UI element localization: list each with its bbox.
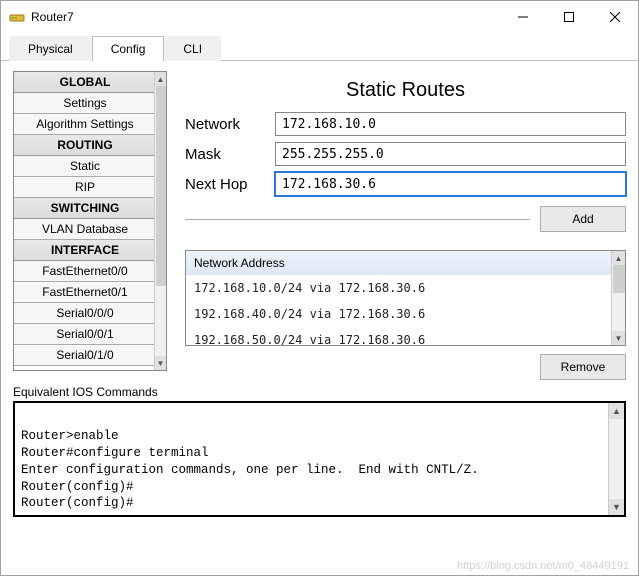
sidebar-item-fe00[interactable]: FastEthernet0/0: [14, 261, 156, 282]
sidebar-item-static[interactable]: Static: [14, 156, 156, 177]
network-label: Network: [185, 116, 275, 133]
mask-label: Mask: [185, 146, 275, 163]
close-button[interactable]: [592, 2, 638, 32]
sidebar-item-fe01[interactable]: FastEthernet0/1: [14, 282, 156, 303]
scroll-down-icon[interactable]: ▼: [155, 356, 166, 370]
route-list: Network Address 172.168.10.0/24 via 172.…: [185, 250, 626, 346]
add-button[interactable]: Add: [540, 206, 626, 232]
ios-output: Router>enable Router#configure terminal …: [13, 401, 626, 517]
minimize-button[interactable]: [500, 2, 546, 32]
scroll-up-icon[interactable]: ▲: [609, 403, 624, 419]
route-list-header: Network Address: [186, 251, 611, 275]
tab-cli[interactable]: CLI: [164, 36, 221, 61]
window-title: Router7: [31, 10, 500, 24]
sidebar-item-vlan-database[interactable]: VLAN Database: [14, 219, 156, 240]
sidebar-item-settings[interactable]: Settings: [14, 93, 156, 114]
router-icon: [9, 9, 25, 25]
route-item[interactable]: 192.168.50.0/24 via 172.168.30.6: [186, 327, 611, 345]
sidebar-item-rip[interactable]: RIP: [14, 177, 156, 198]
route-item[interactable]: 172.168.10.0/24 via 172.168.30.6: [186, 275, 611, 301]
scroll-thumb[interactable]: [613, 265, 625, 293]
ios-scrollbar[interactable]: ▲ ▼: [608, 403, 624, 515]
sidebar-item-s000[interactable]: Serial0/0/0: [14, 303, 156, 324]
route-item[interactable]: 192.168.40.0/24 via 172.168.30.6: [186, 301, 611, 327]
scroll-down-icon[interactable]: ▼: [609, 499, 624, 515]
scroll-up-icon[interactable]: ▲: [612, 251, 625, 265]
sidebar-scrollbar[interactable]: ▲ ▼: [154, 72, 166, 370]
network-input[interactable]: [275, 112, 626, 136]
sidebar-header-routing: ROUTING: [14, 135, 156, 156]
scroll-down-icon[interactable]: ▼: [612, 331, 625, 345]
tab-config[interactable]: Config: [92, 36, 165, 61]
maximize-button[interactable]: [546, 2, 592, 32]
divider: [185, 219, 530, 220]
config-pane: Static Routes Network Mask Next Hop Add: [167, 71, 626, 371]
sidebar-item-s001[interactable]: Serial0/0/1: [14, 324, 156, 345]
sidebar-header-global: GLOBAL: [14, 72, 156, 93]
scroll-up-icon[interactable]: ▲: [155, 72, 166, 86]
routelist-scrollbar[interactable]: ▲ ▼: [611, 251, 625, 345]
ios-label: Equivalent IOS Commands: [13, 385, 626, 399]
content-area: GLOBAL Settings Algorithm Settings ROUTI…: [1, 61, 638, 575]
nexthop-input[interactable]: [275, 172, 626, 196]
pane-title: Static Routes: [185, 79, 626, 102]
mask-input[interactable]: [275, 142, 626, 166]
tab-physical[interactable]: Physical: [9, 36, 92, 61]
scroll-thumb[interactable]: [156, 86, 166, 286]
sidebar: GLOBAL Settings Algorithm Settings ROUTI…: [13, 71, 167, 371]
nexthop-label: Next Hop: [185, 176, 275, 193]
sidebar-item-algorithm-settings[interactable]: Algorithm Settings: [14, 114, 156, 135]
remove-button[interactable]: Remove: [540, 354, 626, 380]
sidebar-header-interface: INTERFACE: [14, 240, 156, 261]
ios-console[interactable]: Router>enable Router#configure terminal …: [15, 403, 608, 515]
main-tabs: Physical Config CLI: [1, 33, 638, 61]
sidebar-item-s010[interactable]: Serial0/1/0: [14, 345, 156, 366]
titlebar: Router7: [1, 1, 638, 33]
sidebar-header-switching: SWITCHING: [14, 198, 156, 219]
app-window: Router7 Physical Config CLI GLOBAL Setti…: [0, 0, 639, 576]
